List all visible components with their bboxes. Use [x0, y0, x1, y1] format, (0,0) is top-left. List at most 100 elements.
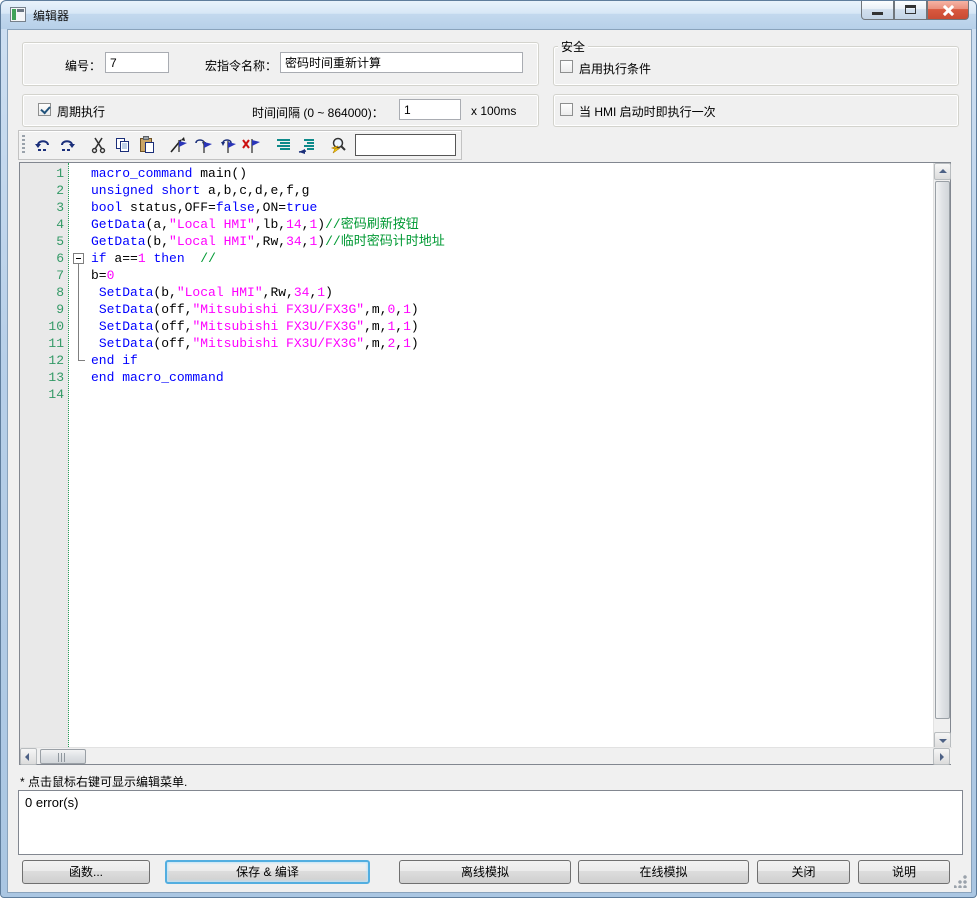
macro-name-input[interactable]: [280, 52, 523, 73]
code-text: SetData(b,"Local HMI",Rw,34,1): [91, 284, 934, 301]
run-on-startup-label[interactable]: 当 HMI 启动时即执行一次: [579, 103, 716, 120]
horizontal-scrollbar[interactable]: [20, 747, 952, 764]
vertical-scrollbar[interactable]: [933, 163, 950, 749]
enable-condition-label[interactable]: 启用执行条件: [579, 60, 651, 77]
macro-id-label: 编号：: [65, 57, 101, 74]
next-bookmark-button[interactable]: [191, 133, 215, 157]
fold-collapse-marker[interactable]: [73, 253, 84, 264]
toggle-bookmark-icon: [169, 136, 189, 154]
compile-status-box: 0 error(s): [18, 790, 963, 855]
interval-unit: x 100ms: [471, 104, 516, 118]
toggle-bookmark-button[interactable]: [167, 133, 191, 157]
line-number: 5: [20, 233, 64, 250]
scroll-up-button[interactable]: [934, 163, 951, 180]
line-number: 1: [20, 165, 64, 182]
fold-margin: [64, 182, 91, 199]
fold-end-marker: [78, 360, 85, 361]
minimize-button[interactable]: [861, 1, 894, 20]
code-area[interactable]: 1macro_command main()2unsigned short a,b…: [20, 163, 934, 747]
scroll-right-button[interactable]: [933, 748, 950, 765]
dialog-client-area: 编号： 宏指令名称： 安全 启用执行条件 周期执行 时间间隔 (0 ~ 8640…: [7, 29, 972, 893]
error-count: 0 error(s): [25, 795, 78, 810]
outdent-button[interactable]: [295, 133, 319, 157]
code-text: end macro_command: [91, 369, 934, 386]
indent-button[interactable]: [271, 133, 295, 157]
code-text: SetData(off,"Mitsubishi FX3U/FX3G",m,1,1…: [91, 318, 934, 335]
maximize-icon: [905, 5, 916, 14]
previous-bookmark-button[interactable]: [215, 133, 239, 157]
outdent-icon: [297, 136, 317, 154]
arrow-up-icon: [939, 169, 947, 173]
code-line: 13 end macro_command: [20, 369, 934, 386]
close-button[interactable]: 关闭: [757, 860, 850, 884]
help-button[interactable]: 说明: [858, 860, 950, 884]
code-line: 1 macro_command main(): [20, 165, 934, 182]
line-number: 14: [20, 386, 64, 403]
code-text: end if: [91, 352, 934, 369]
code-text: GetData(a,"Local HMI",lb,14,1)//密码刷新按钮: [91, 216, 934, 233]
security-legend: 安全: [558, 38, 588, 55]
periodic-label[interactable]: 周期执行: [57, 103, 105, 120]
functions-button[interactable]: 函数...: [22, 860, 150, 884]
resize-grip[interactable]: [954, 875, 967, 888]
fold-margin: [64, 369, 91, 386]
macro-name-label: 宏指令名称：: [205, 57, 277, 74]
code-line: 7b=0: [20, 267, 934, 284]
arrow-left-icon: [25, 753, 29, 761]
fold-guide-line: [78, 264, 79, 360]
fold-margin: [64, 386, 91, 403]
line-number: 8: [20, 284, 64, 301]
code-text: unsigned short a,b,c,d,e,f,g: [91, 182, 934, 199]
run-on-startup-checkbox[interactable]: [560, 103, 573, 116]
enable-condition-checkbox[interactable]: [560, 60, 573, 73]
periodic-checkbox[interactable]: [38, 103, 51, 116]
macro-code-editor[interactable]: 1macro_command main()2unsigned short a,b…: [19, 162, 951, 765]
edit-menu-hint: * 点击鼠标右键可显示编辑菜单.: [20, 773, 187, 790]
code-text: bool status,OFF=false,ON=true: [91, 199, 934, 216]
scroll-left-button[interactable]: [20, 748, 37, 765]
undo-button[interactable]: [31, 133, 55, 157]
find-button[interactable]: [327, 133, 351, 157]
undo-icon: [33, 136, 53, 154]
code-text: [91, 386, 934, 403]
toolbar-gripper[interactable]: [22, 135, 25, 155]
macro-id-input[interactable]: [105, 52, 169, 73]
code-text: macro_command main(): [91, 165, 934, 182]
offline-sim-button[interactable]: 离线模拟: [399, 860, 571, 884]
close-window-button[interactable]: [927, 1, 969, 20]
code-line: 5 GetData(b,"Local HMI",Rw,34,1)//临时密码计时地…: [20, 233, 934, 250]
fold-margin: [64, 165, 91, 182]
clear-bookmarks-icon: [241, 136, 261, 154]
maximize-button[interactable]: [894, 1, 927, 20]
line-number: 12: [20, 352, 64, 369]
code-line: 14: [20, 386, 934, 403]
online-sim-button[interactable]: 在线模拟: [578, 860, 749, 884]
horizontal-scroll-thumb[interactable]: [40, 749, 86, 764]
code-line: 12 end if: [20, 352, 934, 369]
toolbar-search-input[interactable]: [355, 134, 456, 156]
fold-margin: [64, 216, 91, 233]
interval-input[interactable]: [399, 99, 461, 120]
fold-margin: [64, 233, 91, 250]
code-line: 6if a==1 then //: [20, 250, 934, 267]
code-text: GetData(b,"Local HMI",Rw,34,1)//临时密码计时地址: [91, 233, 934, 250]
redo-button[interactable]: [55, 133, 79, 157]
window-title: 编辑器: [33, 7, 69, 24]
code-line: 10 SetData(off,"Mitsubishi FX3U/FX3G",m,…: [20, 318, 934, 335]
clear-bookmarks-button[interactable]: [239, 133, 263, 157]
next-bookmark-icon: [193, 136, 213, 154]
line-number: 13: [20, 369, 64, 386]
paste-button[interactable]: [135, 133, 159, 157]
code-line: 3bool status,OFF=false,ON=true: [20, 199, 934, 216]
fold-margin: [64, 199, 91, 216]
code-text: SetData(off,"Mitsubishi FX3U/FX3G",m,2,1…: [91, 335, 934, 352]
cut-button[interactable]: [87, 133, 111, 157]
find-icon: [329, 136, 349, 154]
save-compile-button[interactable]: 保存 & 编译: [165, 860, 370, 884]
vertical-scroll-thumb[interactable]: [935, 181, 950, 719]
interval-label: 时间间隔 (0 ~ 864000)：: [252, 104, 384, 121]
code-text: SetData(off,"Mitsubishi FX3U/FX3G",m,0,1…: [91, 301, 934, 318]
line-number: 9: [20, 301, 64, 318]
titlebar: 编辑器: [1, 1, 977, 29]
copy-button[interactable]: [111, 133, 135, 157]
